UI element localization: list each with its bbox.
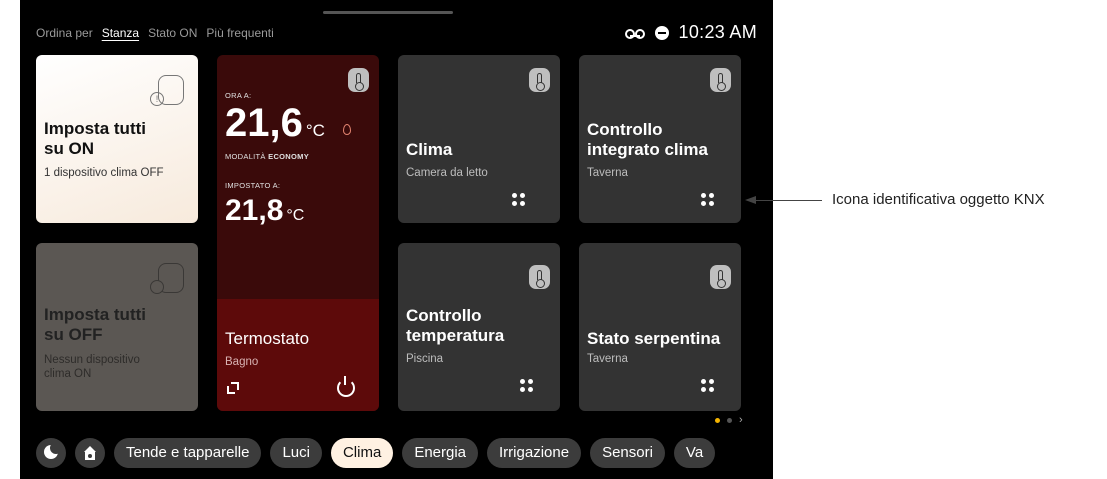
thermometer-icon — [710, 68, 731, 92]
do-not-disturb-icon — [654, 25, 669, 40]
tile-title: Imposta tutti su OFF — [44, 305, 146, 344]
clock: 10:23 AM — [678, 22, 757, 42]
tile-title: Termostato — [225, 329, 310, 348]
sort-option-stato-on[interactable]: Stato ON — [148, 26, 197, 40]
page-dot[interactable] — [727, 418, 732, 423]
page-indicator[interactable]: › — [715, 415, 743, 426]
stato-serpentina-tile[interactable]: Stato serpentina Taverna — [579, 243, 741, 411]
category-luci[interactable]: Luci — [270, 438, 322, 468]
set-all-off-tile[interactable]: Imposta tutti su OFF Nessun dispositivo … — [36, 243, 198, 411]
category-irrigazione[interactable]: Irrigazione — [487, 438, 582, 468]
thermostat-tile[interactable]: ORA A: 21,6 °C MODALITÀ ECONOMY IMPOSTATO… — [217, 55, 379, 411]
voicemail-icon — [624, 28, 645, 39]
category-clima[interactable]: Clima — [330, 438, 394, 468]
tile-subtitle: Nessun dispositivo clima ON — [44, 354, 140, 380]
mode-label: MODALITÀ ECONOMY — [225, 152, 309, 161]
page-dot-active[interactable] — [715, 418, 720, 423]
device-screen: Ordina per Stanza Stato ON Più frequenti… — [20, 0, 773, 479]
current-temp: 21,6 °C — [225, 101, 325, 145]
setpoint-temp: 21,8 °C — [225, 194, 305, 227]
controllo-temperatura-tile[interactable]: Controllo temperatura Piscina — [398, 243, 560, 411]
thermometer-icon — [529, 265, 550, 289]
sort-option-piu-frequenti[interactable]: Più frequenti — [206, 26, 273, 40]
status-bar: 10:23 AM — [624, 22, 757, 43]
category-va[interactable]: Va — [673, 438, 716, 468]
knx-object-icon — [511, 192, 527, 208]
set-all-on-tile[interactable]: Imposta tutti su ON 1 dispositivo clima … — [36, 55, 198, 223]
category-tende-e-tapparelle[interactable]: Tende e tapparelle — [114, 438, 262, 468]
night-mode-button[interactable] — [36, 438, 66, 468]
thermometer-off-icon — [150, 263, 184, 294]
category-energia[interactable]: Energia — [402, 438, 479, 468]
tile-title: Clima — [406, 140, 453, 159]
tile-title: Stato serpentina — [587, 329, 721, 348]
annotation-label: Icona identificativa oggetto KNX — [832, 191, 1045, 208]
flame-icon — [343, 124, 351, 135]
expand-icon[interactable] — [227, 382, 239, 394]
tile-subtitle: Bagno — [225, 356, 259, 368]
sort-bar: Ordina per Stanza Stato ON Più frequenti — [36, 26, 274, 40]
night-mode-icon — [44, 442, 62, 459]
knx-object-icon — [519, 378, 535, 394]
tile-subtitle: Camera da letto — [406, 167, 488, 179]
home-icon — [83, 446, 97, 460]
tile-subtitle: Taverna — [587, 167, 628, 179]
home-button[interactable] — [75, 438, 105, 468]
thermometer-alert-icon — [150, 75, 184, 106]
sort-option-stanza[interactable]: Stanza — [102, 26, 139, 40]
tile-title: Controllo integrato clima — [587, 120, 708, 159]
tile-subtitle: 1 dispositivo clima OFF — [44, 167, 164, 179]
current-temp-label: ORA A: — [225, 91, 252, 100]
tile-title: Controllo temperatura — [406, 306, 505, 345]
power-icon[interactable] — [337, 376, 355, 397]
thermometer-icon — [348, 68, 369, 92]
knx-object-icon — [700, 192, 716, 208]
chevron-right-icon[interactable]: › — [739, 415, 743, 426]
annotation-line — [755, 200, 822, 201]
category-sensori[interactable]: Sensori — [590, 438, 665, 468]
tile-title: Imposta tutti su ON — [44, 119, 146, 158]
setpoint-label: IMPOSTATO A: — [225, 181, 281, 190]
tile-subtitle: Piscina — [406, 353, 444, 365]
knx-object-icon — [700, 378, 716, 394]
drag-handle[interactable] — [323, 11, 453, 14]
tile-subtitle: Taverna — [587, 353, 628, 365]
sort-label: Ordina per — [36, 26, 93, 40]
category-bar: Tende e tapparelle Luci Clima Energia Ir… — [36, 438, 716, 468]
clima-tile[interactable]: Clima Camera da letto — [398, 55, 560, 223]
controllo-integrato-tile[interactable]: Controllo integrato clima Taverna — [579, 55, 741, 223]
thermometer-icon — [710, 265, 731, 289]
thermometer-icon — [529, 68, 550, 92]
